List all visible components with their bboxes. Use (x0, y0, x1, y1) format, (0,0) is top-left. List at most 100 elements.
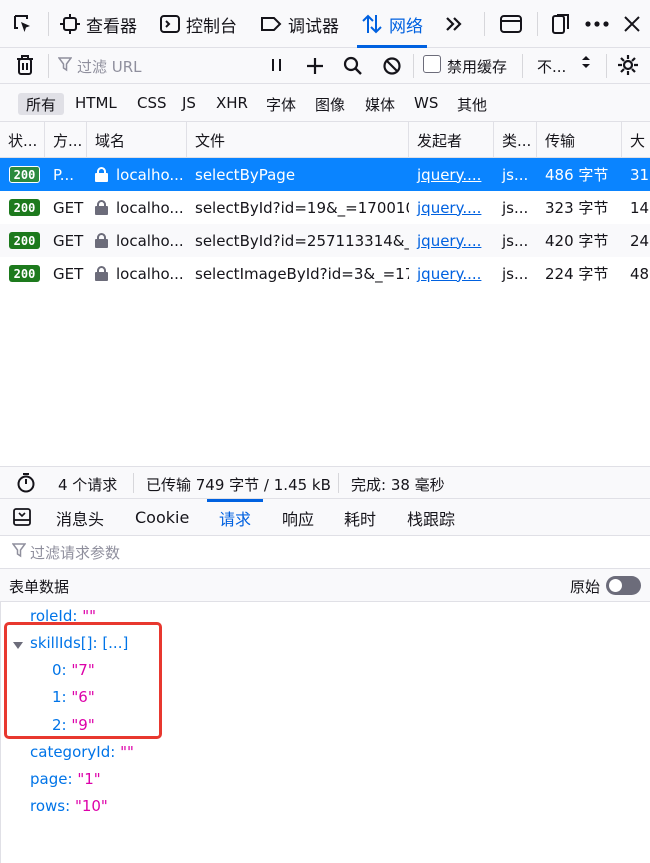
param-array-item[interactable]: 2: "9" (52, 716, 95, 734)
column-type[interactable]: 类... (494, 122, 537, 158)
param-categoryId[interactable]: categoryId: "" (30, 743, 134, 761)
type-filter-css[interactable]: CSS (129, 93, 175, 115)
tab-response[interactable]: 响应 (282, 499, 314, 536)
more-tools-button[interactable] (444, 0, 464, 48)
request-initiator-link[interactable]: jquery.... (417, 199, 481, 217)
close-devtools-button[interactable] (623, 0, 641, 48)
request-row[interactable]: 200 P... localho... selectByPage jquery.… (0, 158, 650, 191)
trash-icon (15, 55, 35, 80)
param-rows[interactable]: rows: "10" (30, 797, 108, 815)
param-roleId[interactable]: roleId: "" (30, 607, 96, 625)
tab-cookies[interactable]: Cookie (135, 499, 189, 536)
raw-toggle[interactable] (606, 576, 641, 595)
column-status[interactable]: 状... (0, 122, 45, 158)
panel-toggle-icon (13, 508, 31, 530)
lock-icon (95, 167, 108, 182)
stopwatch-icon (16, 473, 36, 497)
column-method[interactable]: 方... (45, 122, 87, 158)
toggle-split-console-button[interactable] (500, 0, 522, 48)
request-initiator[interactable]: jquery.... (409, 224, 494, 257)
request-initiator[interactable]: jquery.... (409, 257, 494, 290)
filter-params-input[interactable]: 过滤请求参数 (0, 536, 650, 569)
request-size: 31( (630, 165, 650, 184)
param-value: "" (82, 607, 97, 625)
toolbar-divider (48, 12, 49, 36)
tab-request[interactable]: 请求 (206, 499, 264, 536)
type-filter-fonts[interactable]: 字体 (258, 93, 304, 115)
toolbar-divider (537, 12, 538, 36)
tab-network[interactable]: 网络 (357, 0, 427, 48)
request-transferred: 420 字节 (545, 232, 609, 250)
tab-timings[interactable]: 耗时 (344, 499, 376, 536)
type-filter-media[interactable]: 媒体 (357, 93, 403, 115)
column-size[interactable]: 大 (622, 122, 650, 158)
expand-triangle-icon[interactable] (13, 642, 23, 649)
request-type: js... (502, 165, 529, 184)
request-domain: localho... (87, 224, 187, 257)
throttling-select[interactable]: 不... (537, 56, 566, 77)
request-row[interactable]: 200 GET localho... selectImageById?id=3&… (0, 257, 650, 290)
gear-icon (617, 55, 639, 80)
block-icon (382, 57, 402, 80)
responsive-design-button[interactable] (550, 0, 572, 48)
request-file: selectById?id=257113314&_= (195, 231, 409, 250)
column-transferred[interactable]: 传输 (537, 122, 622, 158)
lock-icon (95, 266, 108, 281)
type-filter-all[interactable]: 所有 (18, 93, 65, 115)
request-row[interactable]: 200 GET localho... selectById?id=2571133… (0, 224, 650, 257)
param-array-item[interactable]: 0: "7" (52, 661, 95, 679)
network-settings-button[interactable] (617, 54, 639, 80)
request-file: selectByPage (195, 165, 296, 184)
request-method: GET (53, 264, 84, 283)
tab-headers[interactable]: 消息头 (56, 499, 104, 536)
element-picker-button[interactable] (12, 0, 34, 48)
new-request-button[interactable] (305, 56, 325, 80)
pause-recording-button[interactable] (270, 56, 284, 78)
tab-inspector[interactable]: 查看器 (60, 0, 137, 48)
column-initiator[interactable]: 发起者 (409, 122, 494, 158)
search-button[interactable] (343, 56, 363, 80)
request-method: GET (53, 231, 84, 250)
options-menu-button[interactable] (585, 0, 609, 48)
panel-edge (0, 602, 1, 863)
request-initiator-link[interactable]: jquery.... (417, 265, 481, 283)
tab-console[interactable]: 控制台 (160, 0, 237, 48)
param-skillIds[interactable]: skillIds[]: [...] (30, 634, 128, 652)
param-page[interactable]: page: "1" (30, 770, 101, 788)
param-key: roleId: (30, 607, 78, 625)
request-initiator[interactable]: jquery.... (409, 191, 494, 224)
plus-icon (305, 58, 325, 80)
type-filter-xhr[interactable]: XHR (208, 93, 256, 115)
column-file[interactable]: 文件 (187, 122, 409, 158)
tab-debugger-label: 调试器 (288, 16, 339, 37)
toggle-sidebar-button[interactable] (13, 508, 31, 530)
block-requests-button[interactable] (382, 56, 402, 80)
tab-debugger[interactable]: 调试器 (260, 0, 339, 48)
lock-icon (95, 200, 108, 215)
request-transferred: 224 字节 (545, 265, 609, 283)
type-filter-other[interactable]: 其他 (449, 93, 495, 115)
tab-stack-trace[interactable]: 栈跟踪 (407, 499, 455, 536)
clear-requests-button[interactable] (15, 54, 35, 80)
filter-funnel-icon (11, 542, 27, 562)
request-transferred: 486 字节 (545, 166, 609, 184)
type-filter-js[interactable]: JS (174, 93, 204, 115)
disable-cache-checkbox[interactable] (423, 55, 441, 73)
filter-url-input[interactable]: 过滤 URL (57, 52, 254, 80)
type-filter-html[interactable]: HTML (67, 93, 125, 115)
type-filter-ws[interactable]: WS (406, 93, 446, 115)
column-domain[interactable]: 域名 (87, 122, 187, 158)
summary-divider (338, 473, 339, 493)
request-initiator-link[interactable]: jquery.... (417, 232, 481, 250)
filter-url-placeholder: 过滤 URL (77, 57, 142, 76)
param-array-item[interactable]: 1: "6" (52, 688, 95, 706)
type-filter-bar: 所有 HTML CSS JS XHR 字体 图像 媒体 WS 其他 (0, 84, 650, 122)
request-initiator[interactable]: jquery.... (409, 158, 494, 191)
request-initiator-link[interactable]: jquery.... (417, 166, 481, 184)
request-row[interactable]: 200 GET localho... selectById?id=19&_=17… (0, 191, 650, 224)
raw-toggle-label: 原始 (570, 578, 601, 596)
request-domain: localho... (87, 191, 187, 224)
type-filter-images[interactable]: 图像 (307, 93, 353, 115)
request-method: P... (53, 165, 75, 184)
request-method: GET (53, 198, 84, 217)
